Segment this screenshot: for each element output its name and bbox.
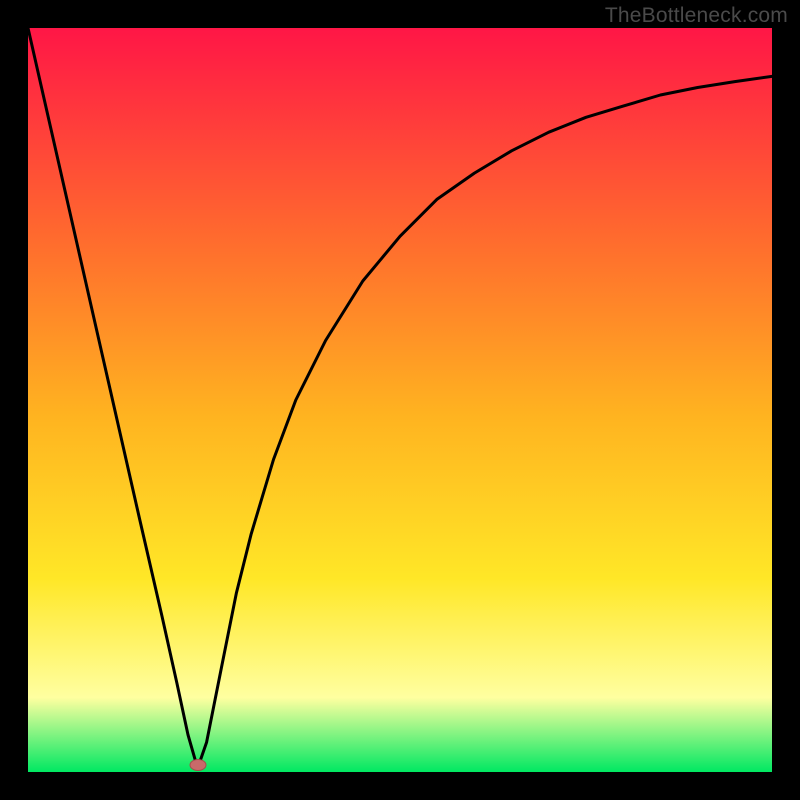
bottleneck-curve bbox=[28, 28, 772, 772]
optimal-point-marker bbox=[189, 759, 206, 771]
watermark-text: TheBottleneck.com bbox=[605, 4, 788, 28]
plot-area bbox=[28, 28, 772, 772]
chart-frame: TheBottleneck.com bbox=[0, 0, 800, 800]
